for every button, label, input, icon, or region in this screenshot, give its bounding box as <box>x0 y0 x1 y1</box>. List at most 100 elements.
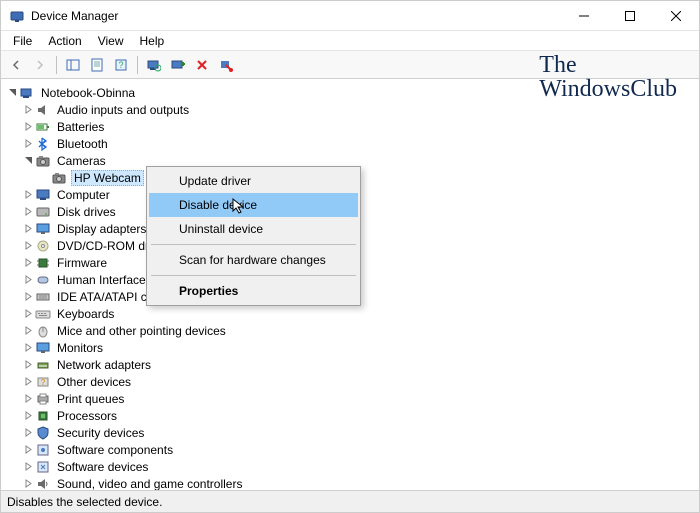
context-menu-item[interactable]: Update driver <box>149 169 358 193</box>
battery-icon <box>35 119 51 135</box>
context-menu-item[interactable]: Properties <box>149 279 358 303</box>
tree-item-label: Other devices <box>55 375 133 389</box>
menubar: FileActionViewHelp <box>1 31 699 51</box>
tree-item-label: Network adapters <box>55 358 153 372</box>
scan-hardware-button[interactable] <box>143 54 165 76</box>
expand-icon[interactable] <box>21 426 35 440</box>
swdev-icon <box>35 459 51 475</box>
expand-icon[interactable] <box>21 460 35 474</box>
tree-item[interactable]: Software components <box>3 441 697 458</box>
expand-icon[interactable] <box>21 222 35 236</box>
expand-icon[interactable] <box>21 256 35 270</box>
expand-icon[interactable] <box>21 120 35 134</box>
tree-item[interactable]: Processors <box>3 407 697 424</box>
back-button[interactable] <box>5 54 27 76</box>
menu-help[interactable]: Help <box>132 32 173 50</box>
status-text: Disables the selected device. <box>7 495 162 509</box>
menu-view[interactable]: View <box>90 32 132 50</box>
help-button[interactable]: ? <box>110 54 132 76</box>
expand-icon[interactable] <box>21 307 35 321</box>
tree-item-label: Bluetooth <box>55 137 110 151</box>
tree-item-label: HP Webcam <box>71 170 144 186</box>
hid-icon <box>35 272 51 288</box>
tree-item[interactable]: Software devices <box>3 458 697 475</box>
minimize-button[interactable] <box>561 1 607 30</box>
properties-button[interactable] <box>86 54 108 76</box>
expand-icon[interactable] <box>21 273 35 287</box>
tree-item-label: Computer <box>55 188 112 202</box>
tree-item-label: Software components <box>55 443 175 457</box>
context-menu-item[interactable]: Scan for hardware changes <box>149 248 358 272</box>
tree-item[interactable]: Monitors <box>3 339 697 356</box>
tree-item[interactable]: Sound, video and game controllers <box>3 475 697 490</box>
expand-icon[interactable] <box>21 324 35 338</box>
expand-icon[interactable] <box>21 375 35 389</box>
expand-icon[interactable] <box>21 443 35 457</box>
collapse-icon[interactable] <box>5 86 19 100</box>
expand-icon[interactable] <box>21 103 35 117</box>
tree-item[interactable]: Notebook-Obinna <box>3 84 697 101</box>
add-legacy-button[interactable] <box>167 54 189 76</box>
tree-item[interactable]: Bluetooth <box>3 135 697 152</box>
menu-file[interactable]: File <box>5 32 40 50</box>
maximize-button[interactable] <box>607 1 653 30</box>
expand-icon[interactable] <box>21 239 35 253</box>
svg-text:?: ? <box>41 378 46 387</box>
forward-button[interactable] <box>29 54 51 76</box>
tree-item-label: Batteries <box>55 120 106 134</box>
tree-item[interactable]: Security devices <box>3 424 697 441</box>
tree-item-label: Software devices <box>55 460 150 474</box>
tree-item[interactable]: Network adapters <box>3 356 697 373</box>
chip-icon <box>35 255 51 271</box>
expand-icon[interactable] <box>21 290 35 304</box>
bluetooth-icon <box>35 136 51 152</box>
tree-item[interactable]: Audio inputs and outputs <box>3 101 697 118</box>
context-menu: Update driverDisable deviceUninstall dev… <box>146 166 361 306</box>
expand-icon[interactable] <box>21 205 35 219</box>
expand-icon[interactable] <box>21 341 35 355</box>
tree-item[interactable]: ? Other devices <box>3 373 697 390</box>
menu-action[interactable]: Action <box>40 32 89 50</box>
disk-icon <box>35 204 51 220</box>
tree-item-label: Processors <box>55 409 119 423</box>
root-icon <box>19 85 35 101</box>
close-button[interactable] <box>653 1 699 30</box>
cpu-icon <box>35 408 51 424</box>
collapse-icon[interactable] <box>21 154 35 168</box>
tree-item[interactable]: Print queues <box>3 390 697 407</box>
keyboard-icon <box>35 306 51 322</box>
printer-icon <box>35 391 51 407</box>
tree-item[interactable]: Batteries <box>3 118 697 135</box>
network-icon <box>35 357 51 373</box>
tree-item-label: Keyboards <box>55 307 116 321</box>
mouse-icon <box>35 323 51 339</box>
expand-icon[interactable] <box>21 392 35 406</box>
show-hide-tree-button[interactable] <box>62 54 84 76</box>
sound-icon <box>35 476 51 491</box>
tree-item-label: Monitors <box>55 341 105 355</box>
ide-icon <box>35 289 51 305</box>
tree-item-label: Display adapters <box>55 222 148 236</box>
display-icon <box>35 221 51 237</box>
context-menu-item[interactable]: Uninstall device <box>149 217 358 241</box>
expand-icon[interactable] <box>21 409 35 423</box>
titlebar: Device Manager <box>1 1 699 31</box>
speaker-icon <box>35 102 51 118</box>
expand-icon[interactable] <box>21 477 35 491</box>
camera-icon <box>35 153 51 169</box>
tree-item[interactable]: Keyboards <box>3 305 697 322</box>
expander-spacer <box>37 171 51 185</box>
swcomp-icon <box>35 442 51 458</box>
toolbar: ? <box>1 51 699 79</box>
expand-icon[interactable] <box>21 188 35 202</box>
tree-item-label: Cameras <box>55 154 108 168</box>
tree-item-label: Audio inputs and outputs <box>55 103 191 117</box>
other-icon: ? <box>35 374 51 390</box>
tree-item[interactable]: Mice and other pointing devices <box>3 322 697 339</box>
uninstall-button[interactable] <box>191 54 213 76</box>
disable-button[interactable] <box>215 54 237 76</box>
expand-icon[interactable] <box>21 137 35 151</box>
expand-icon[interactable] <box>21 358 35 372</box>
context-menu-separator <box>151 275 356 276</box>
context-menu-item[interactable]: Disable device <box>149 193 358 217</box>
